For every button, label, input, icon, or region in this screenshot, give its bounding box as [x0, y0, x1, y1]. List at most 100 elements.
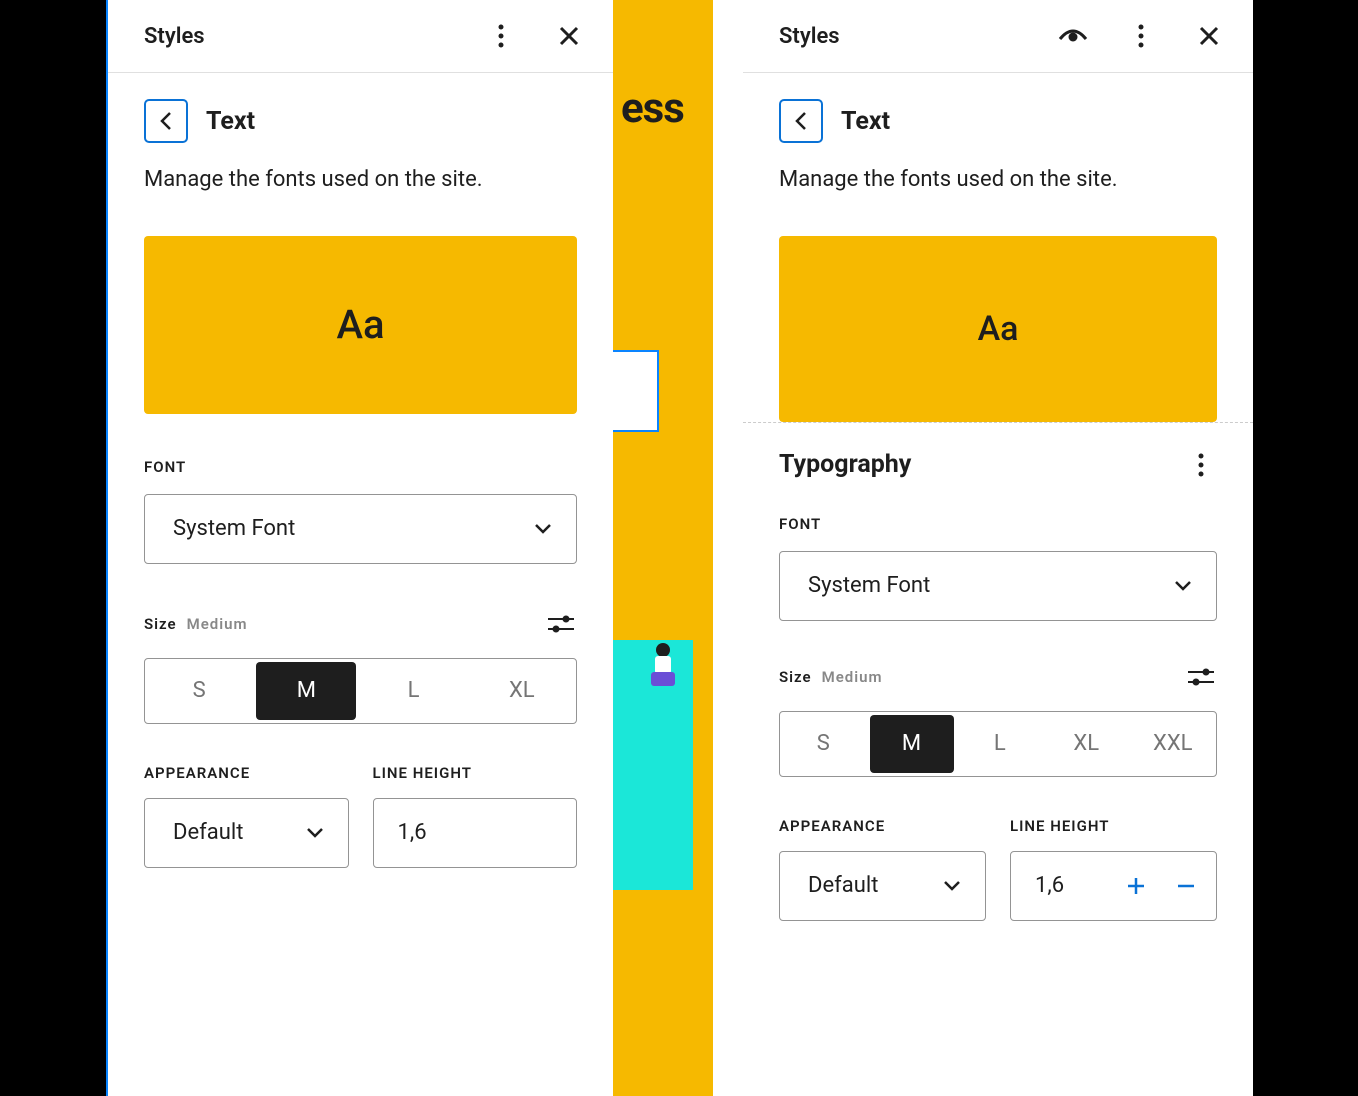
- size-label: Size: [779, 668, 812, 686]
- lineheight-stepper: [1124, 876, 1198, 896]
- font-select-value: System Font: [173, 516, 295, 541]
- back-button[interactable]: [144, 99, 188, 143]
- appearance-value: Default: [808, 873, 878, 898]
- lineheight-value: 1,6: [1035, 873, 1124, 898]
- editor-canvas-peek: ess: [613, 0, 713, 1096]
- preview-glyph: Aa: [336, 301, 384, 348]
- breadcrumb-title: Text: [841, 107, 890, 136]
- lineheight-col: Line Height 1,6: [373, 764, 578, 868]
- more-vertical-icon: [1198, 453, 1204, 477]
- size-label-row: Size Medium: [144, 608, 577, 640]
- chevron-down-icon: [534, 523, 552, 535]
- size-label: Size: [144, 615, 177, 633]
- lineheight-decrement[interactable]: [1174, 876, 1198, 896]
- panel-header-actions: [485, 20, 585, 52]
- size-option-l[interactable]: L: [957, 712, 1044, 776]
- close-icon: [1198, 25, 1220, 47]
- more-vertical-icon: [1138, 24, 1144, 48]
- size-option-m[interactable]: M: [870, 715, 954, 773]
- typography-section-head: Typography: [779, 449, 1217, 481]
- canvas-partial-text: ess: [621, 84, 684, 133]
- chevron-down-icon: [1174, 580, 1192, 592]
- font-select-value: System Font: [808, 573, 930, 598]
- typography-more-button[interactable]: [1185, 449, 1217, 481]
- lineheight-increment[interactable]: [1124, 876, 1148, 896]
- lineheight-col: Line Height 1,6: [1010, 817, 1217, 921]
- appearance-col: Appearance Default: [779, 817, 986, 921]
- styles-panel-right: Styles Text Manage the fonts used on the: [743, 0, 1253, 1096]
- breadcrumb-title: Text: [206, 107, 255, 136]
- size-option-s[interactable]: S: [780, 712, 867, 776]
- size-custom-toggle[interactable]: [1185, 661, 1217, 693]
- size-option-m[interactable]: M: [256, 662, 356, 720]
- typography-section: Typography Font System Font Size Medium: [743, 422, 1253, 921]
- font-label: Font: [779, 515, 1217, 533]
- chevron-down-icon: [943, 880, 961, 892]
- chevron-left-icon: [159, 111, 173, 131]
- size-label-wrap: Size Medium: [779, 667, 883, 686]
- more-vertical-icon: [498, 24, 504, 48]
- panel-gutter: [713, 0, 743, 1096]
- lineheight-value: 1,6: [398, 820, 559, 845]
- panel-header-actions: [1057, 20, 1225, 52]
- font-select[interactable]: System Font: [144, 494, 577, 564]
- appearance-label: Appearance: [144, 764, 349, 782]
- font-select[interactable]: System Font: [779, 551, 1217, 621]
- close-icon: [558, 25, 580, 47]
- appearance-select[interactable]: Default: [779, 851, 986, 921]
- size-label-wrap: Size Medium: [144, 614, 248, 633]
- panel-content-top: Text Manage the fonts used on the site. …: [743, 73, 1253, 422]
- person-illustration-icon: [633, 640, 683, 700]
- chevron-left-icon: [794, 111, 808, 131]
- styles-panel-left: Styles Text Manage the fonts used on the…: [108, 0, 613, 1096]
- panel-content: Text Manage the fonts used on the site. …: [108, 73, 613, 894]
- size-option-xl[interactable]: XL: [468, 659, 576, 723]
- canvas-selected-block: [613, 350, 659, 432]
- preview-glyph: Aa: [978, 309, 1019, 349]
- size-segment-control: S M L XL: [144, 658, 577, 724]
- panel-header: Styles: [108, 0, 613, 73]
- back-button[interactable]: [779, 99, 823, 143]
- size-option-s[interactable]: S: [145, 659, 253, 723]
- close-button[interactable]: [1193, 20, 1225, 52]
- more-menu-button[interactable]: [485, 20, 517, 52]
- lineheight-input[interactable]: 1,6: [1010, 851, 1217, 921]
- size-label-row: Size Medium: [779, 661, 1217, 693]
- lineheight-input[interactable]: 1,6: [373, 798, 578, 868]
- size-option-xl[interactable]: XL: [1043, 712, 1130, 776]
- editor-dark-margin: [0, 0, 108, 1096]
- size-option-xxl[interactable]: XXL: [1130, 712, 1217, 776]
- close-button[interactable]: [553, 20, 585, 52]
- panel-description: Manage the fonts used on the site.: [779, 165, 1217, 196]
- font-label: Font: [144, 458, 577, 476]
- size-value: Medium: [187, 615, 248, 633]
- panel-header: Styles: [743, 0, 1253, 73]
- typography-preview: Aa: [144, 236, 577, 414]
- panel-description: Manage the fonts used on the site.: [144, 165, 577, 196]
- chevron-down-icon: [306, 827, 324, 839]
- sliders-icon: [1188, 667, 1214, 687]
- sliders-icon: [548, 614, 574, 634]
- panel-title: Styles: [144, 24, 205, 49]
- panel-title: Styles: [779, 24, 840, 49]
- breadcrumb-row: Text: [779, 99, 1217, 143]
- appearance-lineheight-row: Appearance Default Line Height 1,6: [779, 817, 1217, 921]
- breadcrumb-row: Text: [144, 99, 577, 143]
- size-segment-control: S M L XL XXL: [779, 711, 1217, 777]
- appearance-select[interactable]: Default: [144, 798, 349, 868]
- typography-preview: Aa: [779, 236, 1217, 422]
- appearance-value: Default: [173, 820, 243, 845]
- more-menu-button[interactable]: [1125, 20, 1157, 52]
- eye-icon: [1058, 27, 1088, 45]
- size-custom-toggle[interactable]: [545, 608, 577, 640]
- appearance-label: Appearance: [779, 817, 986, 835]
- size-option-l[interactable]: L: [359, 659, 467, 723]
- typography-heading: Typography: [779, 450, 911, 479]
- appearance-col: Appearance Default: [144, 764, 349, 868]
- lineheight-label: Line Height: [373, 764, 578, 782]
- style-book-button[interactable]: [1057, 20, 1089, 52]
- size-value: Medium: [822, 668, 883, 686]
- plus-icon: [1126, 876, 1146, 896]
- minus-icon: [1176, 876, 1196, 896]
- appearance-lineheight-row: Appearance Default Line Height 1,6: [144, 764, 577, 868]
